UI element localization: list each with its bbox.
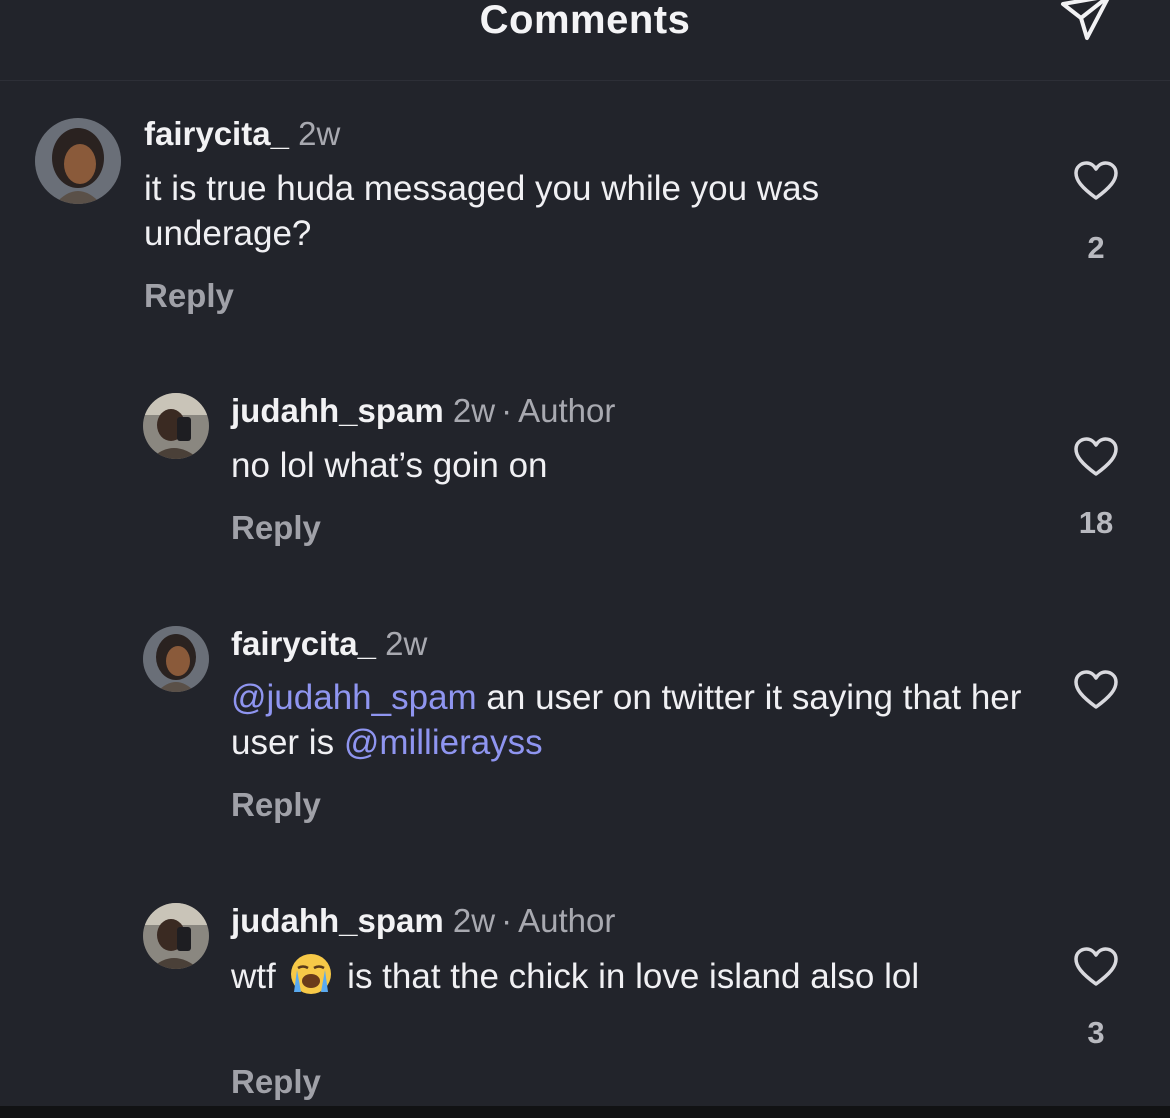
comment-text: @judahh_spam an user on twitter it sayin… [231, 675, 1031, 765]
like-count: 3 [1087, 1015, 1105, 1050]
comment-meta: judahh_spam 2w · Author [231, 392, 615, 430]
comment-text-part: wtf [231, 957, 286, 996]
username[interactable]: judahh_spam [231, 902, 444, 939]
comments-header: Comments [0, 0, 1170, 81]
comment-text: wtf is that the chick in love island als… [231, 952, 1021, 999]
avatar[interactable] [143, 626, 209, 692]
author-badge: Author [518, 902, 616, 939]
avatar[interactable] [143, 903, 209, 969]
separator: · [501, 902, 513, 939]
heart-icon[interactable] [1073, 669, 1119, 711]
reply-button[interactable]: Reply [231, 1063, 321, 1101]
page-title: Comments [479, 0, 691, 42]
username[interactable]: judahh_spam [231, 392, 444, 429]
heart-icon[interactable] [1073, 436, 1119, 478]
avatar[interactable] [143, 393, 209, 459]
like-count: 2 [1087, 230, 1105, 265]
paper-plane-icon[interactable] [1055, 0, 1115, 50]
mention-link[interactable]: @millierayss [344, 723, 543, 762]
timestamp: 2w [385, 625, 428, 662]
timestamp: 2w [452, 902, 496, 939]
reply-button[interactable]: Reply [231, 509, 321, 547]
comment-text-part: is that the chick in love island also lo… [337, 957, 920, 996]
username[interactable]: fairycita_ [144, 115, 289, 152]
timestamp: 2w [298, 115, 341, 152]
comment-text: no lol what’s goin on [231, 443, 1031, 488]
reply-button[interactable]: Reply [231, 786, 321, 824]
username[interactable]: fairycita_ [231, 625, 376, 662]
comment-meta: fairycita_ 2w [231, 625, 427, 663]
comment-text-part: it is true huda messaged you while you w… [144, 169, 820, 253]
timestamp: 2w [452, 392, 496, 429]
heart-icon[interactable] [1073, 160, 1119, 202]
bottom-bar [0, 1106, 1170, 1118]
reply-button[interactable]: Reply [144, 277, 234, 315]
like-count: 18 [1078, 505, 1114, 540]
heart-icon[interactable] [1073, 946, 1119, 988]
mention-link[interactable]: @judahh_spam [231, 678, 477, 717]
comment-text-part: no lol what’s goin on [231, 446, 548, 485]
comment-meta: judahh_spam 2w · Author [231, 902, 615, 940]
separator: · [501, 392, 513, 429]
comment-text: it is true huda messaged you while you w… [144, 166, 944, 256]
author-badge: Author [518, 392, 616, 429]
comment-meta: fairycita_ 2w [144, 115, 340, 153]
loudly-crying-face-icon [291, 954, 332, 994]
avatar[interactable] [35, 118, 121, 204]
